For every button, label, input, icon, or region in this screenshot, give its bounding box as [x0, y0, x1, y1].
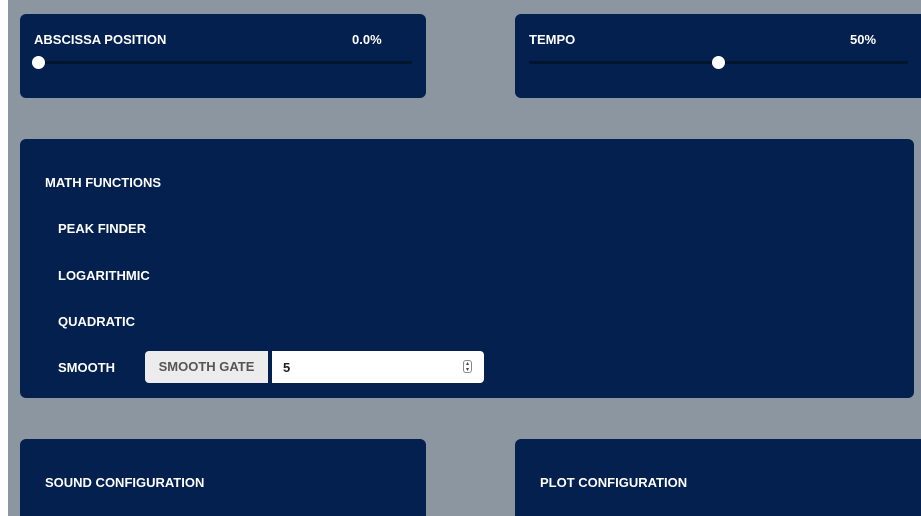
plot-configuration-title: PLOT CONFIGURATION: [540, 475, 688, 490]
quadratic-option[interactable]: QUADRATIC: [58, 314, 135, 329]
smooth-gate-button[interactable]: SMOOTH GATE: [145, 351, 268, 383]
peak-finder-option[interactable]: PEAK FINDER: [58, 221, 146, 236]
abscissa-position-slider[interactable]: [32, 56, 412, 69]
tempo-value: 50%: [850, 32, 877, 47]
plot-configuration-panel[interactable]: PLOT CONFIGURATION: [515, 439, 921, 516]
math-functions-panel: MATH FUNCTIONS PEAK FINDER LOGARITHMIC Q…: [20, 139, 914, 398]
tempo-label: TEMPO: [529, 32, 576, 47]
abscissa-position-label: ABSCISSA POSITION: [34, 32, 167, 47]
sound-configuration-panel[interactable]: SOUND CONFIGURATION: [20, 439, 426, 516]
math-functions-title: MATH FUNCTIONS: [45, 175, 162, 190]
abscissa-position-slider-thumb[interactable]: [32, 56, 45, 69]
tempo-slider[interactable]: [529, 56, 908, 69]
tempo-slider-thumb[interactable]: [712, 56, 725, 69]
app-background: ABSCISSA POSITION 0.0% TEMPO 50% MATH FU…: [8, 0, 921, 516]
abscissa-position-value: 0.0%: [352, 32, 382, 47]
smooth-gate-field[interactable]: ▴▾: [272, 351, 484, 383]
tempo-panel: TEMPO 50%: [515, 14, 921, 98]
sound-configuration-title: SOUND CONFIGURATION: [45, 475, 205, 490]
smooth-option[interactable]: SMOOTH: [58, 360, 115, 375]
number-spinner-icon[interactable]: ▴ ▾: [463, 360, 472, 373]
abscissa-position-panel: ABSCISSA POSITION 0.0%: [20, 14, 426, 98]
smooth-gate-input[interactable]: [272, 351, 452, 383]
logarithmic-option[interactable]: LOGARITHMIC: [58, 268, 150, 283]
